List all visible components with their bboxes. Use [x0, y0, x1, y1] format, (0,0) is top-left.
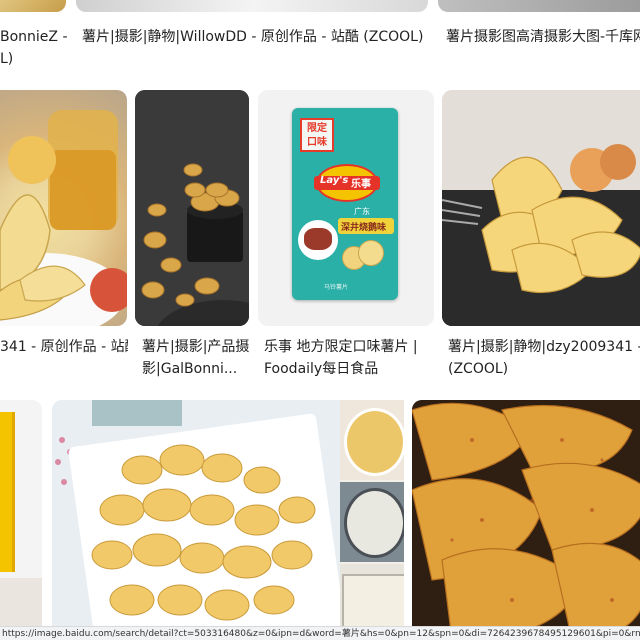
caption-row0-3-text: 薯片摄影图高清摄影大图-千库网 [446, 29, 640, 45]
brand-en: Lay's [320, 175, 349, 186]
caption-row0-3[interactable]: 薯片摄影图高清摄影大图-千库网 [446, 26, 640, 48]
result-image-r1-2[interactable] [135, 90, 249, 326]
caption-row1-1[interactable]: 341 - 原创作品 - 站酷 [0, 336, 128, 358]
result-image-top-2[interactable] [76, 0, 428, 12]
caption-row0-1-line2: L) [0, 51, 14, 67]
plate-chips [344, 408, 404, 476]
roast-goose-image [298, 220, 338, 260]
caption-row1-4-line1: 薯片|摄影|静物|dzy2009341 - 原创作 [448, 339, 640, 355]
process-panel-2 [340, 482, 404, 562]
result-image-r2-4[interactable] [412, 400, 640, 640]
status-url-text: https://image.baidu.com/search/detail?ct… [2, 629, 640, 639]
result-image-top-3[interactable] [438, 0, 640, 12]
pan-slices [344, 488, 404, 558]
result-image-r1-1[interactable] [0, 90, 127, 326]
tray-slices [342, 574, 404, 634]
caption-row1-2-line1: 薯片|摄影|产品摄 [142, 339, 250, 355]
caption-row0-1-line1: BonnieZ - [0, 29, 68, 45]
caption-row1-3[interactable]: 乐事 地方限定口味薯片 | Foodaily每日食品 [264, 336, 440, 380]
caption-row1-3-line1: 乐事 地方限定口味薯片 | [264, 339, 418, 355]
bag-edge [0, 412, 15, 572]
result-image-r2-1[interactable] [0, 400, 42, 640]
caption-row1-4-line2: (ZCOOL) [448, 361, 509, 377]
flavor-banner: 深井烧鹅味 [338, 218, 394, 234]
result-image-r1-3[interactable]: 限定 口味 Lay's 乐事 广东 深井烧鹅味 马铃薯片 [258, 90, 434, 326]
caption-row0-2-text: 薯片|摄影|静物|WillowDD - 原创作品 - 站酷 (ZCOOL) [82, 29, 424, 45]
region-label: 广东 [354, 207, 370, 216]
chips-slate-photo [442, 90, 640, 326]
brand-cn: 乐事 [351, 179, 371, 190]
result-image-top-1[interactable] [0, 0, 66, 12]
caption-row1-2-line2: 影|GalBonni... [142, 361, 238, 377]
fine-print: 马铃薯片 [324, 284, 349, 291]
caption-row0-1[interactable]: BonnieZ - L) [0, 26, 70, 70]
badge-line2: 口味 [307, 137, 327, 148]
chips-plate-photo [52, 400, 340, 640]
result-image-r1-4[interactable] [442, 90, 640, 326]
result-image-r2-3[interactable] [340, 400, 404, 640]
limited-flavor-badge: 限定 口味 [300, 118, 334, 152]
brand-logo: Lay's 乐事 [314, 164, 380, 202]
caption-row1-3-line2: Foodaily每日食品 [264, 361, 379, 377]
chips-honey-photo [0, 110, 127, 326]
flavor-text: 深井烧鹅味 [341, 223, 387, 233]
status-bar-url: https://image.baidu.com/search/detail?ct… [0, 626, 640, 640]
chips-bowl-photo [135, 90, 249, 326]
lays-bag: 限定 口味 Lay's 乐事 广东 深井烧鹅味 马铃薯片 [292, 108, 398, 300]
seasoned-chips-photo [412, 400, 640, 640]
caption-row1-4[interactable]: 薯片|摄影|静物|dzy2009341 - 原创作 (ZCOOL) [448, 336, 640, 380]
chip-picture-2 [358, 240, 384, 266]
goose-meat [304, 228, 332, 250]
caption-row1-2[interactable]: 薯片|摄影|产品摄 影|GalBonni... [142, 336, 254, 380]
badge-line1: 限定 [307, 123, 327, 134]
caption-row1-1-text: 341 - 原创作品 - 站酷 [0, 339, 128, 355]
process-panel-1 [340, 400, 404, 480]
result-image-r2-2[interactable] [52, 400, 340, 640]
caption-row0-2[interactable]: 薯片|摄影|静物|WillowDD - 原创作品 - 站酷 (ZCOOL) [82, 26, 434, 48]
